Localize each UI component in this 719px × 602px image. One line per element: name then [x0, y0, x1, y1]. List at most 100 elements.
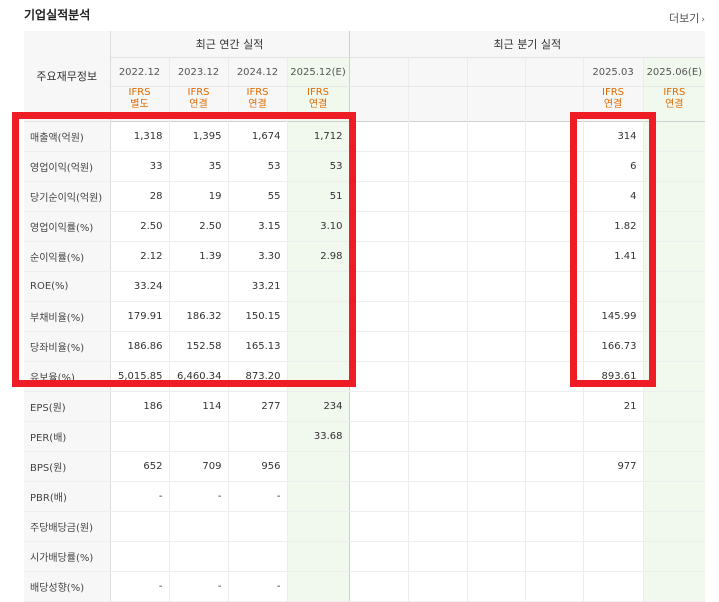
- table-cell: 6,460.34: [168, 361, 228, 392]
- table-cell: 21: [582, 391, 644, 422]
- table-row: 유보율(%) 5,015.85 6,460.34 873.20 893.61: [24, 361, 706, 392]
- accounting-standard: IFRS 별도: [110, 86, 169, 122]
- table-cell: [582, 271, 644, 302]
- table-cell: [168, 541, 228, 572]
- table-cell: [582, 481, 644, 512]
- table-cell: [407, 421, 468, 452]
- table-cell: [524, 421, 584, 452]
- standard-type: IFRS: [663, 87, 686, 98]
- table-cell: 186.86: [110, 331, 169, 362]
- table-cell: 114: [168, 391, 228, 422]
- table-cell: [524, 151, 584, 182]
- table-cell: [582, 541, 644, 572]
- table-cell: [348, 361, 409, 392]
- more-label: 더보기: [669, 12, 700, 25]
- period-header: [466, 57, 526, 87]
- table-cell: [642, 451, 706, 482]
- table-cell: [524, 391, 584, 422]
- table-cell: 53: [227, 151, 287, 182]
- standard-scope: 연결: [189, 99, 208, 110]
- table-cell: 1.41: [582, 241, 644, 272]
- table-cell: [466, 211, 526, 242]
- standard-type: IFRS: [187, 87, 210, 98]
- table-cell: [466, 241, 526, 272]
- accounting-standard: [466, 86, 526, 122]
- table-cell: 3.30: [227, 241, 287, 272]
- row-label: 시가배당률(%): [24, 541, 111, 572]
- table-cell: [407, 151, 468, 182]
- table-cell: [286, 541, 350, 572]
- table-cell: [168, 511, 228, 542]
- standard-scope: 별도: [130, 99, 149, 110]
- table-cell: [466, 511, 526, 542]
- table-cell: -: [110, 481, 169, 512]
- table-cell: 1.39: [168, 241, 228, 272]
- row-label: 부채비율(%): [24, 301, 111, 332]
- table-cell: 166.73: [582, 331, 644, 362]
- table-cell: [407, 361, 468, 392]
- table-cell: [407, 511, 468, 542]
- table-cell: [642, 391, 706, 422]
- table-cell: [524, 331, 584, 362]
- table-row: 배당성향(%) - - -: [24, 571, 706, 602]
- standard-type: IFRS: [602, 87, 625, 98]
- table-cell: 709: [168, 451, 228, 482]
- row-label: 당좌비율(%): [24, 331, 111, 362]
- table-cell: [348, 301, 409, 332]
- table-cell: [524, 121, 584, 152]
- table-cell: [407, 571, 468, 602]
- table-cell: 33: [110, 151, 169, 182]
- table-cell: 893.61: [582, 361, 644, 392]
- more-link[interactable]: 더보기 ›: [669, 10, 705, 26]
- row-label: ROE(%): [24, 271, 111, 302]
- standard-type: IFRS: [307, 87, 330, 98]
- table-cell: 314: [582, 121, 644, 152]
- table-cell: [466, 391, 526, 422]
- table-cell: -: [110, 571, 169, 602]
- standard-type: IFRS: [128, 87, 151, 98]
- table-cell: [642, 421, 706, 452]
- table-row: 매출액(억원) 1,318 1,395 1,674 1,712 314: [24, 121, 706, 152]
- table-cell: [466, 151, 526, 182]
- table-row: 주당배당금(원): [24, 511, 706, 542]
- table-cell: [642, 481, 706, 512]
- table-cell: [110, 511, 169, 542]
- table-cell: [168, 271, 228, 302]
- accounting-standard: IFRS 연결: [168, 86, 228, 122]
- table-cell: 5,015.85: [110, 361, 169, 392]
- accounting-standard: [348, 86, 409, 122]
- table-cell: 2.50: [168, 211, 228, 242]
- table-cell: 35: [168, 151, 228, 182]
- row-label: 매출액(억원): [24, 121, 111, 152]
- table-cell: [348, 331, 409, 362]
- table-cell: [286, 301, 350, 332]
- table-cell: 53: [286, 151, 350, 182]
- table-cell: [582, 571, 644, 602]
- row-label: EPS(원): [24, 391, 111, 422]
- table-cell: [407, 241, 468, 272]
- table-cell: [524, 301, 584, 332]
- chevron-right-icon: ›: [701, 15, 705, 25]
- period-header: 2025.12(E): [286, 57, 350, 87]
- accounting-standard: IFRS 연결: [227, 86, 287, 122]
- table-cell: [642, 511, 706, 542]
- table-cell: [407, 451, 468, 482]
- section-title: 기업실적분석: [24, 8, 91, 22]
- table-cell: 150.15: [227, 301, 287, 332]
- table-cell: [348, 121, 409, 152]
- table-cell: [524, 541, 584, 572]
- row-label: PBR(배): [24, 481, 111, 512]
- table-cell: -: [168, 481, 228, 512]
- table-cell: [642, 301, 706, 332]
- table-cell: [227, 511, 287, 542]
- table-row: 시가배당률(%): [24, 541, 706, 572]
- table-cell: [286, 571, 350, 602]
- accounting-standard: IFRS 연결: [582, 86, 644, 122]
- row-label: 주당배당금(원): [24, 511, 111, 542]
- table-cell: 3.10: [286, 211, 350, 242]
- table-cell: 33.21: [227, 271, 287, 302]
- table-cell: [642, 361, 706, 392]
- row-label: BPS(원): [24, 451, 111, 482]
- quarter-group-header: 최근 분기 실적: [348, 31, 706, 58]
- table-cell: [407, 271, 468, 302]
